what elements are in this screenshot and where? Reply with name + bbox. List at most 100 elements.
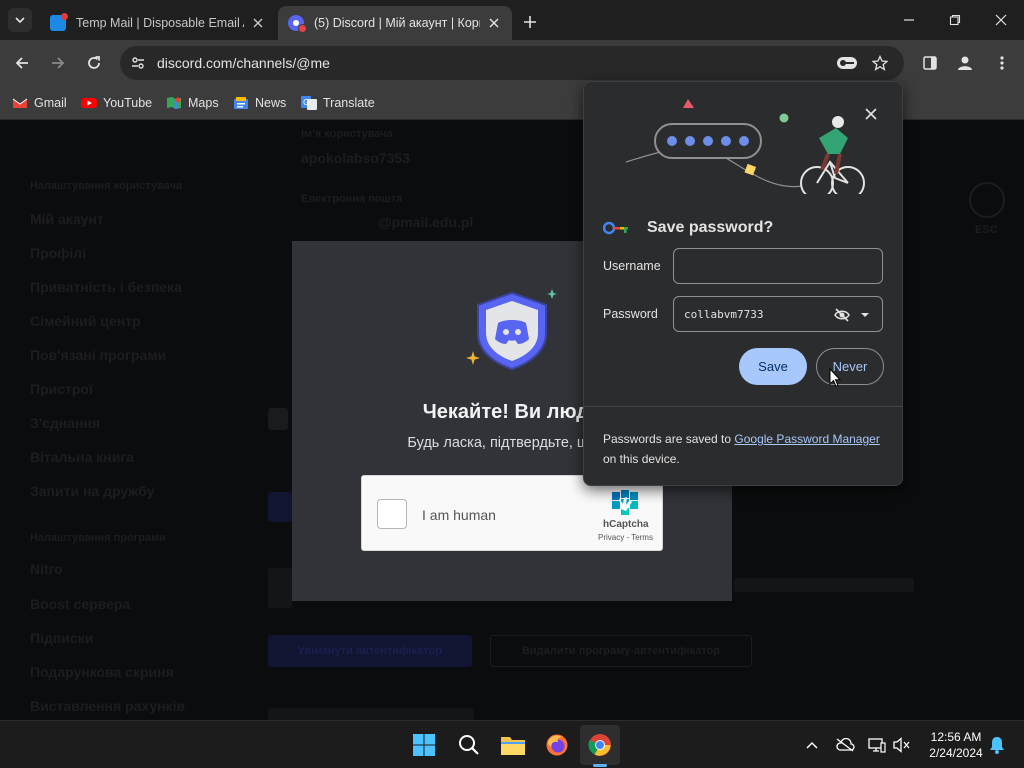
google-password-manager-link[interactable]: Google Password Manager [734, 432, 879, 446]
tab-discord[interactable]: (5) Discord | Мій акаунт | Кори [278, 6, 512, 40]
new-tab-button[interactable] [518, 10, 542, 34]
file-explorer-button[interactable] [493, 725, 533, 765]
side-panel-button[interactable] [916, 49, 944, 77]
hcaptcha-widget: I am human hCaptcha Privacy - Terms [361, 475, 663, 551]
volume-muted-icon [893, 737, 910, 753]
bookmark-label: Maps [188, 96, 219, 110]
minimize-button[interactable] [886, 0, 932, 40]
restore-button[interactable] [932, 0, 978, 40]
sidebar-item-billing[interactable]: Виставлення рахунків [30, 698, 185, 714]
enable-authenticator-button[interactable]: Увімкнути автентифікатор [268, 635, 472, 667]
bookmark-translate[interactable]: G Translate [301, 93, 375, 113]
chevron-up-icon [806, 741, 818, 749]
google-key-icon [603, 221, 628, 235]
bookmark-star-icon[interactable] [868, 51, 892, 75]
sidebar-item-friend-requests[interactable]: Запити на дружбу [30, 483, 155, 499]
network-icon [868, 738, 886, 753]
discord-favicon [288, 15, 307, 33]
network-button[interactable] [865, 733, 889, 757]
bookmark-news[interactable]: News [233, 93, 286, 113]
maps-icon [167, 97, 181, 109]
button-label: Увімкнути автентифікатор [297, 645, 442, 657]
bell-icon [990, 737, 1004, 754]
caret-down-icon[interactable] [860, 311, 870, 319]
notifications-button[interactable] [985, 733, 1009, 757]
firefox-icon [546, 734, 568, 756]
chrome-menu-button[interactable] [988, 49, 1016, 77]
search-icon [459, 735, 479, 755]
save-password-dialog: Save password? Username Password collabv… [583, 81, 903, 486]
close-window-button[interactable] [978, 0, 1024, 40]
sidebar-item-nitro[interactable]: Nitro [30, 561, 63, 577]
youtube-icon [81, 98, 97, 108]
sparkle-icon [466, 351, 480, 365]
tab-title: Temp Mail | Disposable Email A [76, 16, 244, 30]
sidebar-item-gift-inventory[interactable]: Подарункова скриня [30, 664, 174, 680]
captcha-checkbox[interactable] [377, 499, 407, 529]
search-button[interactable] [449, 725, 489, 765]
back-button[interactable] [8, 49, 36, 77]
tab-close-icon[interactable] [486, 15, 502, 31]
bookmark-gmail[interactable]: Gmail [12, 93, 67, 113]
tab-close-icon[interactable] [250, 15, 266, 31]
sidebar-item-server-boost[interactable]: Boost сервера [30, 596, 130, 612]
close-dialog-button[interactable] [859, 102, 883, 126]
cloud-off-icon [836, 738, 855, 752]
sidebar-item-guestbook[interactable]: Вітальна книга [30, 449, 134, 465]
profile-icon [958, 56, 972, 70]
start-button[interactable] [404, 725, 444, 765]
svg-text:G: G [303, 98, 309, 107]
remove-authenticator-button[interactable]: Видалити програму-автентифікатор [490, 635, 752, 667]
onedrive-button[interactable] [833, 733, 857, 757]
esc-button[interactable] [969, 182, 1005, 218]
text-fragment [268, 568, 292, 608]
site-info-icon[interactable] [126, 51, 150, 75]
captcha-checkbox-label[interactable]: I am human [422, 507, 496, 523]
bookmark-maps[interactable]: Maps [166, 93, 219, 113]
username-field[interactable] [673, 248, 883, 284]
password-key-icon[interactable] [835, 51, 859, 75]
gmail-icon [12, 98, 28, 108]
hcaptcha-terms-link[interactable]: Privacy - Terms [598, 533, 653, 542]
restore-icon [949, 14, 961, 26]
tab-search-button[interactable] [8, 8, 32, 32]
sidebar-item-authorized-apps[interactable]: Пов'язані програми [30, 347, 166, 363]
never-save-button[interactable]: Never [816, 348, 884, 385]
show-hidden-icons-button[interactable] [800, 733, 824, 757]
sidebar-item-profiles[interactable]: Профілі [30, 245, 86, 261]
text-fragment [268, 708, 474, 720]
forward-button[interactable] [44, 49, 72, 77]
sidebar-item-devices[interactable]: Пристрої [30, 381, 93, 397]
reload-button[interactable] [80, 49, 108, 77]
temp-mail-favicon [50, 13, 68, 31]
profile-button[interactable] [951, 49, 979, 77]
url-text[interactable]: discord.com/channels/@me [157, 55, 330, 71]
mouse-cursor-icon [829, 368, 841, 388]
password-label: Password [603, 307, 658, 321]
password-field[interactable]: collabvm7733 [673, 296, 883, 332]
kebab-menu-icon [1000, 56, 1004, 70]
chrome-button[interactable] [580, 725, 620, 765]
save-password-button[interactable]: Save [739, 348, 807, 385]
sidebar-item-privacy[interactable]: Приватність і безпека [30, 279, 182, 295]
text-fragment [734, 578, 914, 592]
bookmark-youtube[interactable]: YouTube [81, 93, 152, 113]
tab-strip: Temp Mail | Disposable Email A (5) Disco… [0, 0, 1024, 40]
bookmark-label: Gmail [34, 96, 67, 110]
address-bar[interactable]: discord.com/channels/@me [120, 46, 904, 80]
firefox-button[interactable] [537, 725, 577, 765]
sidebar-item-connections[interactable]: З'єднання [30, 415, 100, 431]
sidebar-section-heading: Налаштування користувача [30, 180, 183, 192]
bookmark-label: YouTube [103, 96, 153, 110]
eye-off-icon[interactable] [834, 307, 850, 323]
hcaptcha-logo-icon [612, 490, 638, 515]
sidebar-item-subscriptions[interactable]: Підписки [30, 630, 93, 646]
sidebar-section-heading-2: Налаштування програми [30, 532, 167, 544]
close-icon [865, 108, 877, 120]
button-label: Видалити програму-автентифікатор [521, 645, 721, 657]
tab-temp-mail[interactable]: Temp Mail | Disposable Email A [40, 6, 276, 40]
chevron-down-icon [15, 17, 25, 24]
sidebar-item-my-account[interactable]: Мій акаунт [30, 211, 104, 227]
bookmark-label: News [255, 96, 287, 110]
sidebar-item-family-center[interactable]: Сімейний центр [30, 313, 141, 329]
